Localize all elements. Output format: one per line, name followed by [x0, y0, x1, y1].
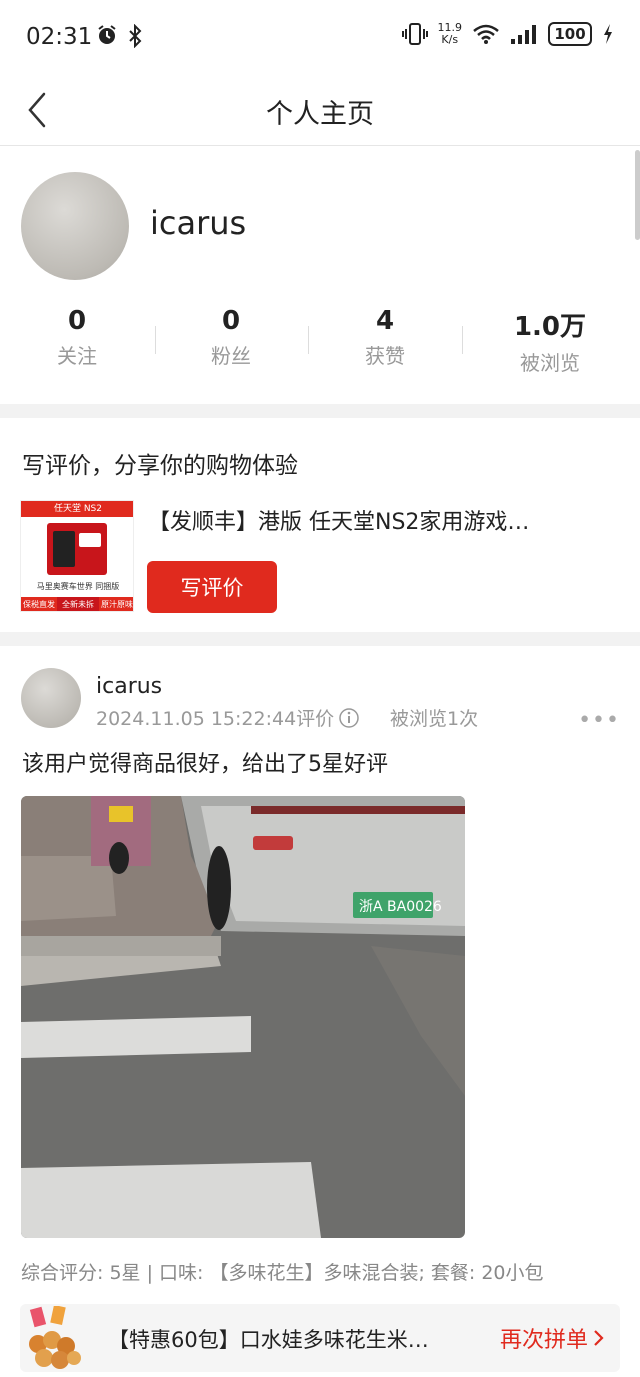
- more-options-button[interactable]: •••: [578, 708, 620, 733]
- status-time: 02:31: [26, 24, 93, 50]
- linked-product-thumbnail: [22, 1304, 86, 1370]
- profile-stats: 0 关注 0 粉丝 4 获赞 1.0万 被浏览: [0, 306, 640, 375]
- post-text: 该用户觉得商品很好，给出了5星好评: [22, 752, 388, 777]
- profile-username: icarus: [150, 204, 247, 242]
- stat-value: 4: [375, 306, 395, 336]
- post-username[interactable]: icarus: [96, 674, 162, 699]
- divider: [155, 326, 156, 354]
- linked-product[interactable]: 【特惠60包】口水娃多味花生米… 再次拼单: [20, 1304, 620, 1372]
- bluetooth-icon: [129, 24, 142, 48]
- thumb-tag: 保税直发: [21, 597, 57, 611]
- buy-again-button[interactable]: 再次拼单: [500, 1322, 606, 1354]
- net-speed: 11.9 K/s: [438, 22, 463, 46]
- status-icons-left: [96, 24, 144, 48]
- stat-value: 0: [221, 306, 241, 336]
- stat-value: 1.0万: [513, 312, 587, 342]
- linked-product-name: 【特惠60包】口水娃多味花生米…: [108, 1328, 429, 1352]
- stat-following[interactable]: 0 关注: [22, 306, 132, 369]
- product-name[interactable]: 【发顺丰】港版 任天堂NS2家用游戏…: [148, 504, 618, 536]
- nav-bar: 个人主页: [0, 78, 640, 146]
- license-plate-text: 浙A BA0026: [359, 899, 442, 915]
- divider: [462, 326, 463, 354]
- console-box-image: [47, 523, 107, 575]
- battery-indicator: 100: [548, 22, 592, 46]
- post-timestamp: 2024.11.05 15:22:44评价: [96, 708, 335, 730]
- chevron-right-icon: [594, 1330, 604, 1346]
- stat-label: 关注: [57, 344, 97, 368]
- vibrate-icon: [401, 23, 428, 45]
- peanut-snack-image: [29, 1304, 81, 1369]
- write-review-button[interactable]: 写评价: [147, 561, 277, 613]
- charging-icon: [604, 24, 612, 44]
- net-speed-unit: K/s: [441, 33, 459, 46]
- thumb-tag: 原汁原味: [99, 597, 133, 611]
- stat-label: 获赞: [365, 344, 405, 368]
- review-photo-image: 浙A BA0026: [21, 796, 465, 1238]
- stat-label: 被浏览: [520, 351, 580, 375]
- status-icons-right: 11.9 K/s 100: [401, 22, 615, 46]
- page-title: 个人主页: [266, 99, 374, 130]
- review-photo[interactable]: 浙A BA0026: [21, 796, 465, 1238]
- profile-header: icarus 0 关注 0 粉丝 4 获赞 1.0万 被浏览: [0, 146, 640, 404]
- post-views: 被浏览1次: [390, 708, 479, 730]
- post-meta: 2024.11.05 15:22:44评价: [96, 704, 360, 731]
- write-review-title: 写评价，分享你的购物体验: [22, 453, 298, 479]
- review-post: icarus 2024.11.05 15:22:44评价 被浏览1次 ••• 该…: [0, 646, 640, 1377]
- signal-icon: [511, 25, 536, 44]
- thumb-tags: 保税直发 全新未拆封 原汁原味: [21, 597, 133, 611]
- scrollbar[interactable]: [635, 150, 640, 240]
- avatar[interactable]: [21, 172, 129, 280]
- stat-value: 0: [67, 306, 87, 336]
- product-thumbnail[interactable]: 任天堂 NS2 马里奥赛车世界 同捆版 保税直发 全新未拆封 原汁原味: [20, 500, 134, 612]
- stat-likes[interactable]: 4 获赞: [330, 306, 440, 369]
- wifi-icon: [473, 24, 499, 44]
- thumb-caption: 马里奥赛车世界 同捆版: [36, 582, 120, 591]
- stat-label: 粉丝: [211, 344, 251, 368]
- alarm-icon: [98, 25, 116, 44]
- info-icon[interactable]: [338, 707, 360, 729]
- thumb-badge: 任天堂 NS2: [21, 501, 133, 517]
- avatar[interactable]: [21, 668, 81, 728]
- status-bar: 02:31 11.9 K/s 100: [0, 0, 640, 78]
- review-tags: 综合评分: 5星 | 口味: 【多味花生】多味混合装; 套餐: 20小包: [21, 1262, 544, 1284]
- write-review-card: 写评价，分享你的购物体验 任天堂 NS2 马里奥赛车世界 同捆版 保税直发 全新…: [0, 418, 640, 632]
- thumb-tag: 全新未拆封: [57, 597, 99, 611]
- buy-again-label: 再次拼单: [499, 1328, 588, 1353]
- divider: [308, 326, 309, 354]
- stat-views[interactable]: 1.0万 被浏览: [495, 306, 605, 376]
- stat-followers[interactable]: 0 粉丝: [176, 306, 286, 369]
